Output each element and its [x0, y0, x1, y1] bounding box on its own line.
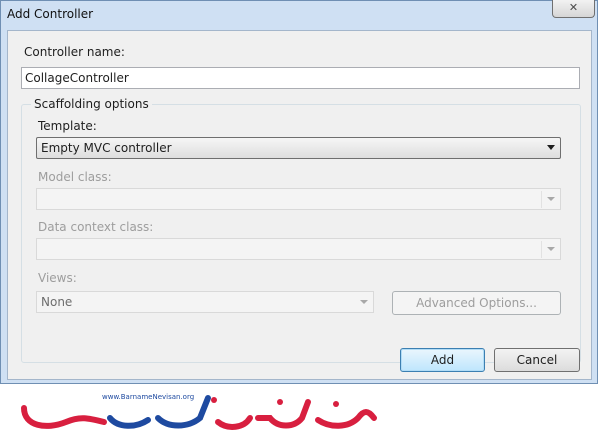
dropdown-divider — [541, 191, 542, 208]
watermark-url: www.BarnameNevisan.org — [102, 393, 194, 401]
chevron-down-icon — [547, 197, 555, 201]
views-selected-value: None — [41, 295, 73, 309]
scaffolding-options-group: Scaffolding options Template: Empty MVC … — [21, 97, 581, 363]
chevron-down-icon — [360, 300, 368, 304]
cancel-button[interactable]: Cancel — [494, 348, 580, 372]
barnamenevisan-logo: www.BarnameNevisan.org — [18, 388, 388, 436]
dropdown-divider — [541, 241, 542, 258]
views-label: Views: — [38, 271, 77, 285]
data-context-class-dropdown[interactable] — [36, 238, 561, 260]
close-icon: ✕ — [568, 1, 579, 14]
template-dropdown[interactable]: Empty MVC controller — [36, 137, 561, 159]
dialog-title: Add Controller — [7, 7, 94, 21]
close-button[interactable]: ✕ — [552, 0, 595, 18]
controller-name-label: Controller name: — [24, 45, 125, 59]
scaffolding-options-legend: Scaffolding options — [31, 97, 152, 111]
title-bar: Add Controller ✕ — [1, 0, 597, 29]
model-class-label: Model class: — [38, 170, 112, 184]
data-context-class-label: Data context class: — [38, 220, 154, 234]
add-button[interactable]: Add — [400, 348, 485, 372]
advanced-options-button[interactable]: Advanced Options... — [392, 291, 561, 315]
dialog-body: Controller name: Scaffolding options Tem… — [7, 30, 592, 380]
chevron-down-icon — [547, 247, 555, 251]
add-controller-dialog: Add Controller ✕ Controller name: Scaffo… — [0, 0, 598, 384]
model-class-dropdown[interactable] — [36, 188, 561, 210]
controller-name-input[interactable] — [21, 67, 580, 89]
views-dropdown[interactable]: None — [36, 291, 374, 313]
chevron-down-icon — [547, 145, 555, 150]
logo-icon: www.BarnameNevisan.org — [21, 393, 377, 430]
template-label: Template: — [38, 119, 97, 133]
template-selected-value: Empty MVC controller — [41, 141, 172, 155]
